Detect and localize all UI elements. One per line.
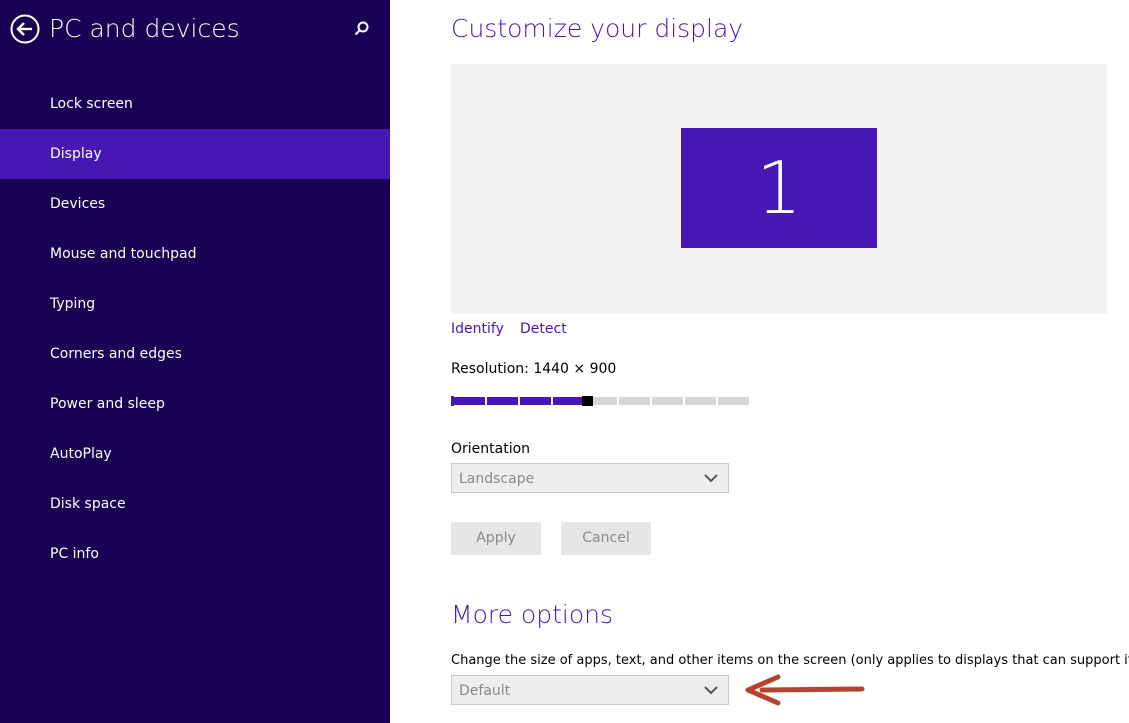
resolution-slider[interactable] [451, 396, 750, 406]
slider-segment [487, 397, 518, 405]
slider-segment [718, 397, 749, 405]
apply-button[interactable]: Apply [451, 522, 541, 555]
sidebar-item-disk-space[interactable]: Disk space [0, 479, 390, 529]
identify-link[interactable]: Identify [451, 319, 504, 339]
sidebar-item-label: Corners and edges [50, 346, 182, 362]
chevron-down-icon [704, 686, 718, 695]
sidebar-title: PC and devices [49, 14, 240, 43]
sidebar-item-lock-screen[interactable]: Lock screen [0, 79, 390, 129]
detect-link[interactable]: Detect [520, 319, 567, 339]
sidebar-item-display[interactable]: Display [0, 129, 390, 179]
sidebar-item-typing[interactable]: Typing [0, 279, 390, 329]
slider-segment [652, 397, 683, 405]
scaling-label: Change the size of apps, text, and other… [451, 653, 1129, 668]
slider-start-marker [451, 396, 454, 406]
sidebar-item-label: Disk space [50, 496, 126, 512]
slider-thumb[interactable] [582, 396, 593, 406]
scaling-value: Default [459, 683, 511, 699]
sidebar-item-label: Devices [50, 196, 106, 212]
slider-segment [685, 397, 716, 405]
sidebar-item-label: AutoPlay [50, 446, 112, 462]
sidebar-item-label: PC info [50, 546, 99, 562]
search-icon [354, 21, 369, 36]
sidebar-item-devices[interactable]: Devices [0, 179, 390, 229]
back-arrow-circle-icon [10, 14, 40, 44]
scaling-dropdown[interactable]: Default [451, 675, 729, 705]
more-options-title: More options [451, 600, 613, 629]
search-button[interactable] [352, 19, 372, 39]
sidebar-item-mouse-and-touchpad[interactable]: Mouse and touchpad [0, 229, 390, 279]
slider-segment [553, 397, 584, 405]
slider-segment [619, 397, 650, 405]
resolution-label: Resolution: 1440 × 900 [451, 361, 617, 377]
sidebar-item-power-and-sleep[interactable]: Power and sleep [0, 379, 390, 429]
orientation-label: Orientation [451, 441, 531, 457]
resolution-slider-track [454, 396, 751, 406]
sidebar-header: PC and devices [0, 0, 390, 62]
sidebar-item-label: Mouse and touchpad [50, 246, 197, 262]
sidebar-item-label: Display [50, 146, 102, 162]
back-button[interactable] [10, 14, 40, 44]
orientation-value: Landscape [459, 471, 535, 487]
slider-segment [520, 397, 551, 405]
orientation-dropdown[interactable]: Landscape [451, 463, 729, 493]
page-title: Customize your display [451, 14, 744, 43]
sidebar-item-label: Lock screen [50, 96, 133, 112]
cancel-button[interactable]: Cancel [561, 522, 651, 555]
slider-segment [454, 397, 485, 405]
sidebar-nav: Lock screen Display Devices Mouse and to… [0, 79, 390, 579]
annotation-arrow-icon [745, 674, 865, 706]
monitor-1-tile[interactable]: 1 [681, 128, 877, 248]
sidebar-item-corners-and-edges[interactable]: Corners and edges [0, 329, 390, 379]
chevron-down-icon [704, 474, 718, 483]
sidebar-item-label: Power and sleep [50, 396, 165, 412]
sidebar-item-label: Typing [50, 296, 96, 312]
sidebar-item-pc-info[interactable]: PC info [0, 529, 390, 579]
main-content: Customize your display 1 Identify Detect… [390, 0, 1129, 723]
sidebar: PC and devices Lock screen Display Devic… [0, 0, 390, 723]
display-arrangement-area: 1 [451, 64, 1107, 314]
sidebar-item-autoplay[interactable]: AutoPlay [0, 429, 390, 479]
